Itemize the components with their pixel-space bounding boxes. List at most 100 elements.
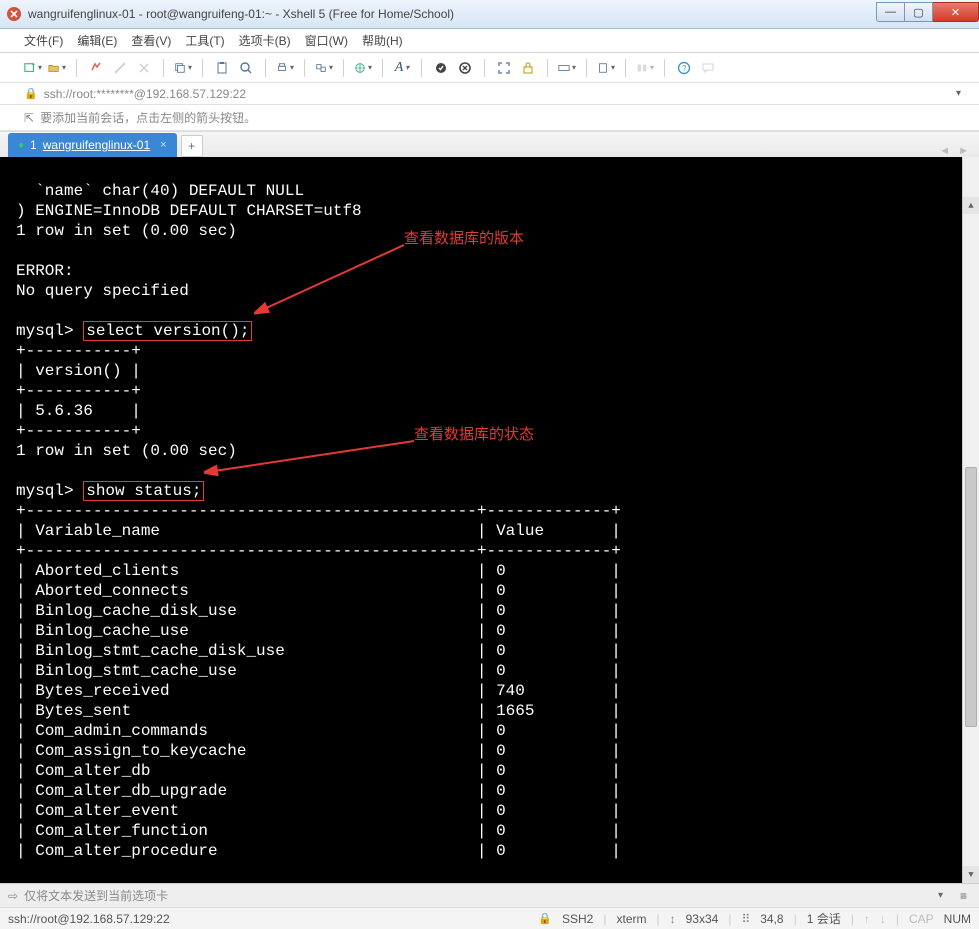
print-icon[interactable]: [276, 59, 294, 77]
menubar: 文件(F) 编辑(E) 查看(V) 工具(T) 选项卡(B) 窗口(W) 帮助(…: [0, 29, 979, 53]
status-size: 93x34: [686, 912, 719, 926]
term-line: ERROR:: [16, 262, 74, 280]
session-tab[interactable]: ● 1 wangruifenglinux-01 ×: [8, 133, 177, 157]
toolbar-sep: [421, 59, 422, 77]
table-row: | Aborted_connects | 0 |: [16, 582, 621, 600]
script-icon[interactable]: [597, 59, 615, 77]
table-row: | Aborted_clients | 0 |: [16, 562, 621, 580]
status-caps: CAP: [909, 912, 934, 926]
send-bar: ⇨ 仅将文本发送到当前选项卡 ▾ ≡: [0, 883, 979, 907]
toolbar-sep: [664, 59, 665, 77]
address-dropdown-icon[interactable]: ▾: [956, 88, 961, 99]
annotation-arrow-icon: [204, 437, 424, 477]
terminal-scrollbar[interactable]: ▲ ▼: [962, 157, 979, 883]
term-prompt: mysql>: [16, 322, 83, 340]
table-row: | Binlog_stmt_cache_use | 0 |: [16, 662, 621, 680]
hint-text: 要添加当前会话，点击左侧的箭头按钮。: [40, 109, 256, 126]
reconnect-icon[interactable]: [87, 59, 105, 77]
status-pos-icon: ⠿: [741, 912, 750, 926]
maximize-button[interactable]: ▢: [905, 2, 933, 22]
xagent-icon[interactable]: [432, 59, 450, 77]
open-folder-icon[interactable]: [48, 59, 66, 77]
status-connection: ssh://root@192.168.57.129:22: [8, 912, 170, 926]
add-tab-button[interactable]: +: [181, 135, 203, 157]
help-icon[interactable]: ?: [675, 59, 693, 77]
menu-help[interactable]: 帮助(H): [362, 32, 403, 49]
address-bar[interactable]: 🔒 ssh://root:********@192.168.57.129:22 …: [0, 83, 979, 105]
tab-name: wangruifenglinux-01: [43, 138, 150, 152]
annotation-arrow-icon: [254, 241, 414, 317]
term-line: +---------------------------------------…: [16, 502, 621, 520]
send-icon[interactable]: ⇨: [8, 889, 18, 903]
term-line: No query specified: [16, 282, 189, 300]
menu-edit[interactable]: 编辑(E): [77, 32, 117, 49]
new-session-icon[interactable]: +: [24, 59, 42, 77]
layout-icon[interactable]: [636, 59, 654, 77]
status-up-icon[interactable]: ↑: [864, 912, 870, 926]
menu-tabs[interactable]: 选项卡(B): [239, 32, 291, 49]
sql-command-version: select version();: [83, 321, 252, 341]
menu-window[interactable]: 窗口(W): [305, 32, 348, 49]
table-row: | Bytes_received | 740 |: [16, 682, 621, 700]
svg-text:+: +: [32, 63, 36, 69]
status-num: NUM: [944, 912, 971, 926]
table-row: | Com_alter_function | 0 |: [16, 822, 621, 840]
svg-text:?: ?: [682, 64, 687, 73]
close-button[interactable]: ✕: [933, 2, 979, 22]
font-icon[interactable]: A: [393, 59, 411, 77]
send-menu-icon[interactable]: ≡: [960, 889, 967, 903]
table-row: | Com_alter_db_upgrade | 0 |: [16, 782, 621, 800]
menu-file[interactable]: 文件(F): [24, 32, 63, 49]
term-line: 1 row in set (0.00 sec): [16, 222, 237, 240]
toolbar-sep: [76, 59, 77, 77]
toolbar-sep: [625, 59, 626, 77]
term-line: +-----------+: [16, 422, 141, 440]
tab-close-icon[interactable]: ×: [160, 139, 166, 151]
scroll-thumb[interactable]: [965, 467, 977, 727]
menu-view[interactable]: 查看(V): [131, 32, 171, 49]
minimize-button[interactable]: —: [876, 2, 905, 22]
toolbar-sep: [343, 59, 344, 77]
send-input[interactable]: 仅将文本发送到当前选项卡: [24, 887, 979, 904]
term-line: ) ENGINE=InnoDB DEFAULT CHARSET=utf8: [16, 202, 362, 220]
transfer-icon[interactable]: [315, 59, 333, 77]
table-row: | Com_alter_event | 0 |: [16, 802, 621, 820]
toolbar-sep: [304, 59, 305, 77]
status-protocol: SSH2: [562, 912, 593, 926]
send-dropdown-icon[interactable]: ▾: [938, 890, 943, 901]
status-cursor-pos: 34,8: [760, 912, 783, 926]
globe-icon[interactable]: [354, 59, 372, 77]
window-controls: — ▢ ✕: [876, 2, 979, 22]
titlebar: wangruifenglinux-01 - root@wangruifeng-0…: [0, 0, 979, 29]
connected-indicator-icon: ●: [18, 140, 24, 151]
chat-icon[interactable]: [699, 59, 717, 77]
hint-bar: ⇱ 要添加当前会话，点击左侧的箭头按钮。: [0, 105, 979, 131]
disconnect-icon[interactable]: [111, 59, 129, 77]
properties-icon[interactable]: [135, 59, 153, 77]
lock-icon[interactable]: [519, 59, 537, 77]
tab-nav-arrows: ◄ ►: [939, 145, 969, 157]
term-line: | Variable_name | Value |: [16, 522, 621, 540]
tab-bar: ● 1 wangruifenglinux-01 × + ◄ ►: [0, 131, 979, 157]
keyboard-icon[interactable]: [558, 59, 576, 77]
copy-icon[interactable]: [174, 59, 192, 77]
hint-arrow-icon[interactable]: ⇱: [24, 111, 34, 125]
toolbar-sep: [163, 59, 164, 77]
table-row: | Com_assign_to_keycache | 0 |: [16, 742, 621, 760]
terminal[interactable]: `name` char(40) DEFAULT NULL ) ENGINE=In…: [0, 157, 979, 883]
status-down-icon[interactable]: ↓: [880, 912, 886, 926]
paste-icon[interactable]: [213, 59, 231, 77]
table-row: | Com_alter_procedure | 0 |: [16, 842, 621, 860]
menu-tools[interactable]: 工具(T): [185, 32, 224, 49]
xftp-icon[interactable]: [456, 59, 474, 77]
find-icon[interactable]: [237, 59, 255, 77]
toolbar-sep: [484, 59, 485, 77]
tab-number: 1: [30, 138, 37, 152]
tab-nav-right-icon[interactable]: ►: [958, 145, 969, 157]
address-lock-icon: 🔒: [24, 87, 38, 100]
scroll-up-icon[interactable]: ▲: [963, 197, 979, 214]
fullscreen-icon[interactable]: [495, 59, 513, 77]
scroll-down-icon[interactable]: ▼: [963, 866, 979, 883]
toolbar-sep: [265, 59, 266, 77]
tab-nav-left-icon[interactable]: ◄: [939, 145, 950, 157]
